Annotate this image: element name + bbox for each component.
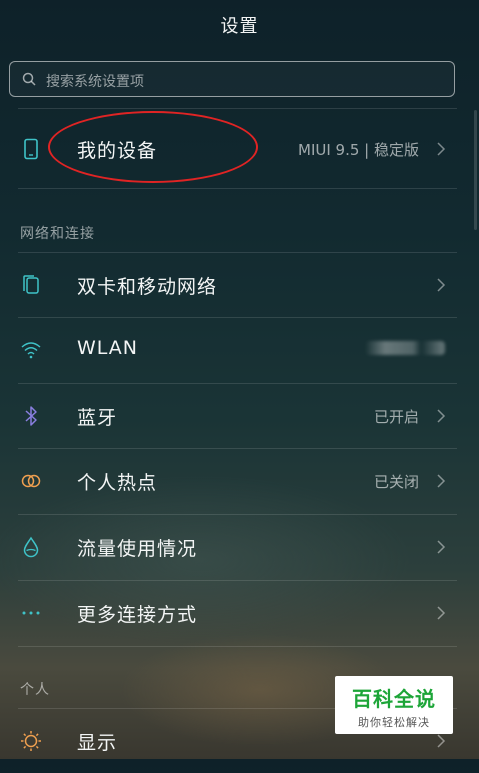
hotspot-item[interactable]: 个人热点 已关闭 <box>0 449 479 513</box>
display-icon <box>21 731 41 751</box>
phone-icon <box>24 138 38 160</box>
chevron-right-icon <box>437 142 446 156</box>
hotspot-label: 个人热点 <box>77 472 158 494</box>
hotspot-icon <box>21 474 41 488</box>
watermark-logo: 百科全说 助你轻松解决 <box>335 676 453 734</box>
wifi-icon <box>21 342 41 359</box>
data-usage-label: 流量使用情况 <box>77 538 198 560</box>
hotspot-status: 已关闭 <box>373 473 419 491</box>
wlan-label: WLAN <box>77 337 139 359</box>
dual-sim-item[interactable]: 双卡和移动网络 <box>0 253 479 317</box>
bluetooth-label: 蓝牙 <box>77 407 118 429</box>
wlan-item[interactable]: WLAN <box>0 318 479 382</box>
divider <box>18 108 457 109</box>
search-icon <box>22 72 36 86</box>
more-connections-label: 更多连接方式 <box>77 604 198 626</box>
more-connections-item[interactable]: 更多连接方式 <box>0 581 479 645</box>
dual-sim-label: 双卡和移动网络 <box>77 276 218 298</box>
watermark-title: 百科全说 <box>352 687 436 711</box>
divider <box>18 188 457 189</box>
scrollbar[interactable] <box>474 110 477 230</box>
bluetooth-item[interactable]: 蓝牙 已开启 <box>0 384 479 448</box>
search-input[interactable]: 搜索系统设置项 <box>9 61 455 97</box>
chevron-right-icon <box>437 409 446 423</box>
data-usage-icon <box>23 536 39 558</box>
watermark-subtitle: 助你轻松解决 <box>358 716 430 729</box>
annotation-oval <box>48 111 258 183</box>
more-connections-icon <box>22 611 40 615</box>
display-label: 显示 <box>77 732 118 754</box>
wlan-network-name-redacted <box>365 341 445 355</box>
chevron-right-icon <box>437 734 446 748</box>
data-usage-item[interactable]: 流量使用情况 <box>0 515 479 579</box>
miui-version: MIUI 9.5 | 稳定版 <box>298 141 419 159</box>
chevron-right-icon <box>437 606 446 620</box>
chevron-right-icon <box>437 474 446 488</box>
section-header-network: 网络和连接 <box>20 226 95 242</box>
divider <box>18 646 457 647</box>
section-header-personal: 个人 <box>20 682 50 698</box>
chevron-right-icon <box>437 540 446 554</box>
search-placeholder: 搜索系统设置项 <box>46 74 144 90</box>
page-title: 设置 <box>220 16 259 37</box>
bluetooth-icon <box>25 406 37 426</box>
bluetooth-status: 已开启 <box>373 408 419 426</box>
dual-sim-icon <box>23 275 39 294</box>
chevron-right-icon <box>437 278 446 292</box>
